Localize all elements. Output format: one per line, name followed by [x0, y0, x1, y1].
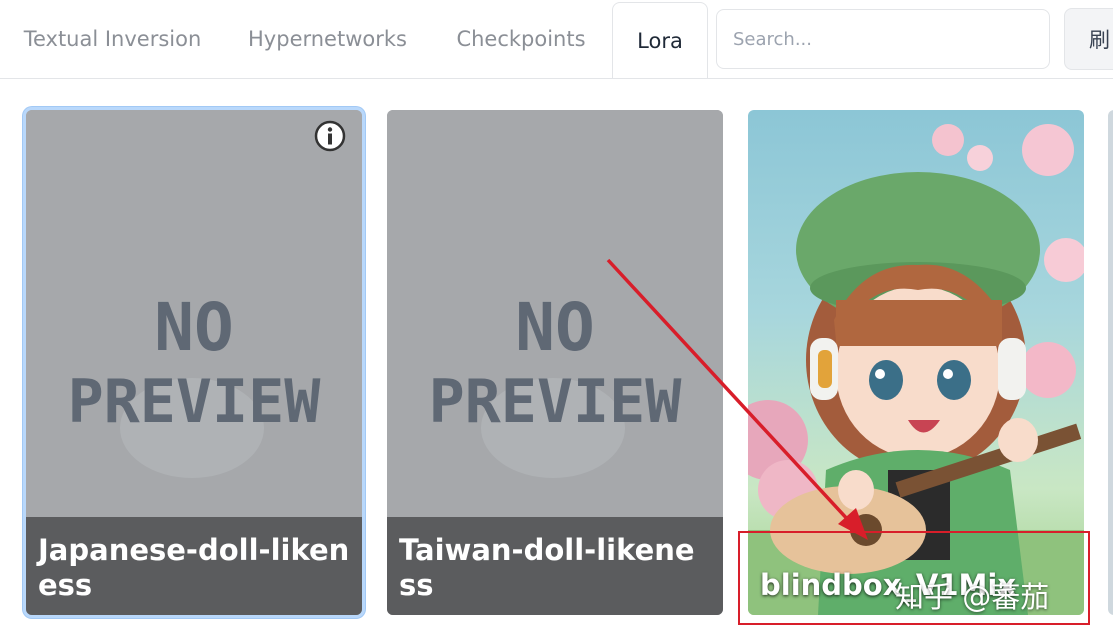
placeholder-line-2: PREVIEW — [429, 367, 683, 437]
lora-card-taiwan-doll-likeness[interactable]: NO PREVIEW Taiwan-doll-likeness — [387, 110, 723, 615]
placeholder-line-2: PREVIEW — [68, 367, 322, 437]
info-icon[interactable] — [314, 120, 346, 152]
placeholder-line-1: NO — [154, 289, 233, 366]
search-input[interactable] — [716, 9, 1050, 69]
zhihu-watermark: 知乎 @蕃茄 — [895, 580, 1050, 614]
tab-lora[interactable]: Lora — [612, 2, 708, 79]
tab-checkpoints[interactable]: Checkpoints — [430, 0, 612, 78]
tab-divider — [0, 78, 1113, 79]
lora-card-partial[interactable] — [1108, 110, 1113, 615]
card-label: Taiwan-doll-likeness — [399, 533, 695, 602]
card-label: Japanese-doll-likeness — [38, 533, 350, 602]
tab-textual-inversion[interactable]: Textual Inversion — [0, 0, 225, 78]
refresh-button[interactable]: 刷 — [1064, 8, 1113, 70]
lora-card-japanese-doll-likeness[interactable]: NO PREVIEW Japanese-doll-likeness — [26, 110, 362, 615]
placeholder-line-1: NO — [515, 289, 594, 366]
tab-hypernetworks[interactable]: Hypernetworks — [225, 0, 430, 78]
